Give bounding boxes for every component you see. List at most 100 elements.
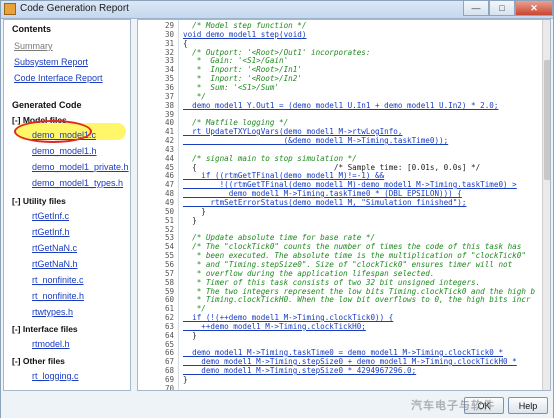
minimize-icon[interactable]: — xyxy=(463,1,489,16)
line-number: 66 xyxy=(164,348,174,357)
code-line: * Timing.clockTickH0. When the low bit o… xyxy=(183,295,531,304)
line-number: 67 xyxy=(164,357,174,366)
scrollbar-thumb[interactable] xyxy=(544,60,550,180)
line-number: 57 xyxy=(164,269,174,278)
code-line: void demo_model1_step(void) xyxy=(183,30,307,39)
line-number: 41 xyxy=(164,127,174,136)
line-number: 50 xyxy=(164,207,174,216)
vertical-scrollbar[interactable] xyxy=(542,20,550,390)
line-number: 60 xyxy=(164,295,174,304)
line-number: 64 xyxy=(164,331,174,340)
code-line: demo_model1_M->Timing.taskTime0 = demo_m… xyxy=(183,348,504,357)
line-number: 31 xyxy=(164,39,174,48)
navigation-pane: Contents Summary Subsystem Report Code I… xyxy=(3,19,131,391)
line-number: 42 xyxy=(164,136,174,145)
other-files-heading[interactable]: [-] Other files xyxy=(12,356,65,366)
code-line: } xyxy=(183,331,197,340)
code-line: * overflow during the application lifesp… xyxy=(183,269,435,278)
code-line: } xyxy=(183,207,206,216)
code-line: /* Update absolute time for base rate */ xyxy=(183,233,376,242)
code-line: * Gain: '<S1>/Gain' xyxy=(183,56,289,65)
file-link-demo-model1-private-h[interactable]: demo_model1_private.h xyxy=(32,162,129,172)
interface-files-heading[interactable]: [-] Interface files xyxy=(12,324,78,334)
code-line: * Inport: '<Root>/In2' xyxy=(183,74,302,83)
code-line: */ xyxy=(183,304,206,313)
code-line: * Inport: '<Root>/In1' xyxy=(183,65,302,74)
line-number: 33 xyxy=(164,56,174,65)
close-icon[interactable]: ✕ xyxy=(515,1,553,16)
line-number: 37 xyxy=(164,92,174,101)
line-number: 68 xyxy=(164,366,174,375)
code-line: } xyxy=(183,216,197,225)
code-line: /* The "clockTick0" counts the number of… xyxy=(183,242,522,251)
contents-heading: Contents xyxy=(12,24,51,34)
line-number: 48 xyxy=(164,189,174,198)
line-number: 34 xyxy=(164,65,174,74)
file-link-rtgetinf-c[interactable]: rtGetInf.c xyxy=(32,211,69,221)
watermark-text: 汽车电子与软件 xyxy=(411,400,495,412)
code-line: /* signal main to stop simulation */ xyxy=(183,154,357,163)
file-link-rtgetinf-h[interactable]: rtGetInf.h xyxy=(32,227,70,237)
line-number: 49 xyxy=(164,198,174,207)
line-number: 55 xyxy=(164,251,174,260)
file-link-rt-logging-c[interactable]: rt_logging.c xyxy=(32,371,79,381)
line-number-gutter: 29 30 31 32 33 34 35 36 37 38 39 40 41 42 43 44 45 46 47 48… xyxy=(138,20,179,391)
file-link-demo-model1-h[interactable]: demo_model1.h xyxy=(32,146,97,156)
code-line: * been executed. The absolute time is th… xyxy=(183,251,526,260)
line-number: 36 xyxy=(164,83,174,92)
file-link-rt-nonfinite-h[interactable]: rt_nonfinite.h xyxy=(32,291,84,301)
code-generation-report-window: Code Generation Report — □ ✕ Contents Su… xyxy=(0,0,554,418)
code-line: * Sum: '<S1>/Sum' xyxy=(183,83,280,92)
line-number: 61 xyxy=(164,304,174,313)
code-line: !((rtmGetTFinal(demo_model1_M)-demo_mode… xyxy=(183,180,517,189)
utility-files-heading[interactable]: [-] Utility files xyxy=(12,196,66,206)
code-line: rtmSetErrorStatus(demo_model1_M, "Simula… xyxy=(183,198,467,207)
line-number: 63 xyxy=(164,322,174,331)
line-number: 44 xyxy=(164,154,174,163)
window-controls: — □ ✕ xyxy=(463,1,553,17)
code-line: demo_model1_M->Timing.stepSize0 * 429496… xyxy=(183,366,417,375)
code-line: (&demo_model1_M->Timing.taskTime0)); xyxy=(183,136,449,145)
app-icon xyxy=(4,3,16,15)
file-link-rtmodel-h[interactable]: rtmodel.h xyxy=(32,339,70,349)
window-title: Code Generation Report xyxy=(20,3,129,14)
code-line: demo_model1_Y.Out1 = (demo_model1_U.In1 … xyxy=(183,101,499,110)
code-interface-report-link[interactable]: Code Interface Report xyxy=(14,73,103,83)
generated-code-heading: Generated Code xyxy=(12,100,82,110)
line-number: 40 xyxy=(164,118,174,127)
line-number: 58 xyxy=(164,278,174,287)
line-number: 51 xyxy=(164,216,174,225)
code-line: demo_model1_M->Timing.taskTime0 * (DBL_E… xyxy=(183,189,462,198)
line-number: 70 xyxy=(164,384,174,391)
line-number: 43 xyxy=(164,145,174,154)
code-view: 29 30 31 32 33 34 35 36 37 38 39 40 41 42 43 44 45 46 47 48… xyxy=(137,19,551,391)
line-number: 30 xyxy=(164,30,174,39)
file-link-demo-model1-types-h[interactable]: demo_model1_types.h xyxy=(32,178,123,188)
line-number: 54 xyxy=(164,242,174,251)
code-line: } xyxy=(183,375,188,384)
file-link-rtgetnan-c[interactable]: rtGetNaN.c xyxy=(32,243,77,253)
code-line: if ((rtmGetTFinal(demo_model1_M)!=-1) && xyxy=(183,171,385,180)
subsystem-report-link[interactable]: Subsystem Report xyxy=(14,57,88,67)
help-button[interactable]: Help xyxy=(508,397,548,414)
file-link-rt-nonfinite-c[interactable]: rt_nonfinite.c xyxy=(32,275,84,285)
code-line: ++demo_model1_M->Timing.clockTickH0; xyxy=(183,322,366,331)
line-number: 56 xyxy=(164,260,174,269)
line-number: 35 xyxy=(164,74,174,83)
file-link-rtwtypes-h[interactable]: rtwtypes.h xyxy=(32,307,73,317)
summary-link[interactable]: Summary xyxy=(14,41,53,51)
file-link-rtgetnan-h[interactable]: rtGetNaN.h xyxy=(32,259,78,269)
line-number: 47 xyxy=(164,180,174,189)
code-line: demo_model1_M->Timing.stepSize0 + demo_m… xyxy=(183,357,517,366)
line-number: 46 xyxy=(164,171,174,180)
red-circle-annotation xyxy=(14,120,92,143)
code-line: * Timer of this task consists of two 32 … xyxy=(183,278,481,287)
maximize-icon[interactable]: □ xyxy=(489,1,515,16)
code-line: /* Matfile logging */ xyxy=(183,118,289,127)
code-line: /* Model step function */ xyxy=(183,21,307,30)
code-line: */ xyxy=(183,92,206,101)
line-number: 53 xyxy=(164,233,174,242)
title-bar: Code Generation Report — □ ✕ xyxy=(1,1,553,19)
line-number: 69 xyxy=(164,375,174,384)
code-line: * and "Timing.stepSize0". Size of "clock… xyxy=(183,260,513,269)
